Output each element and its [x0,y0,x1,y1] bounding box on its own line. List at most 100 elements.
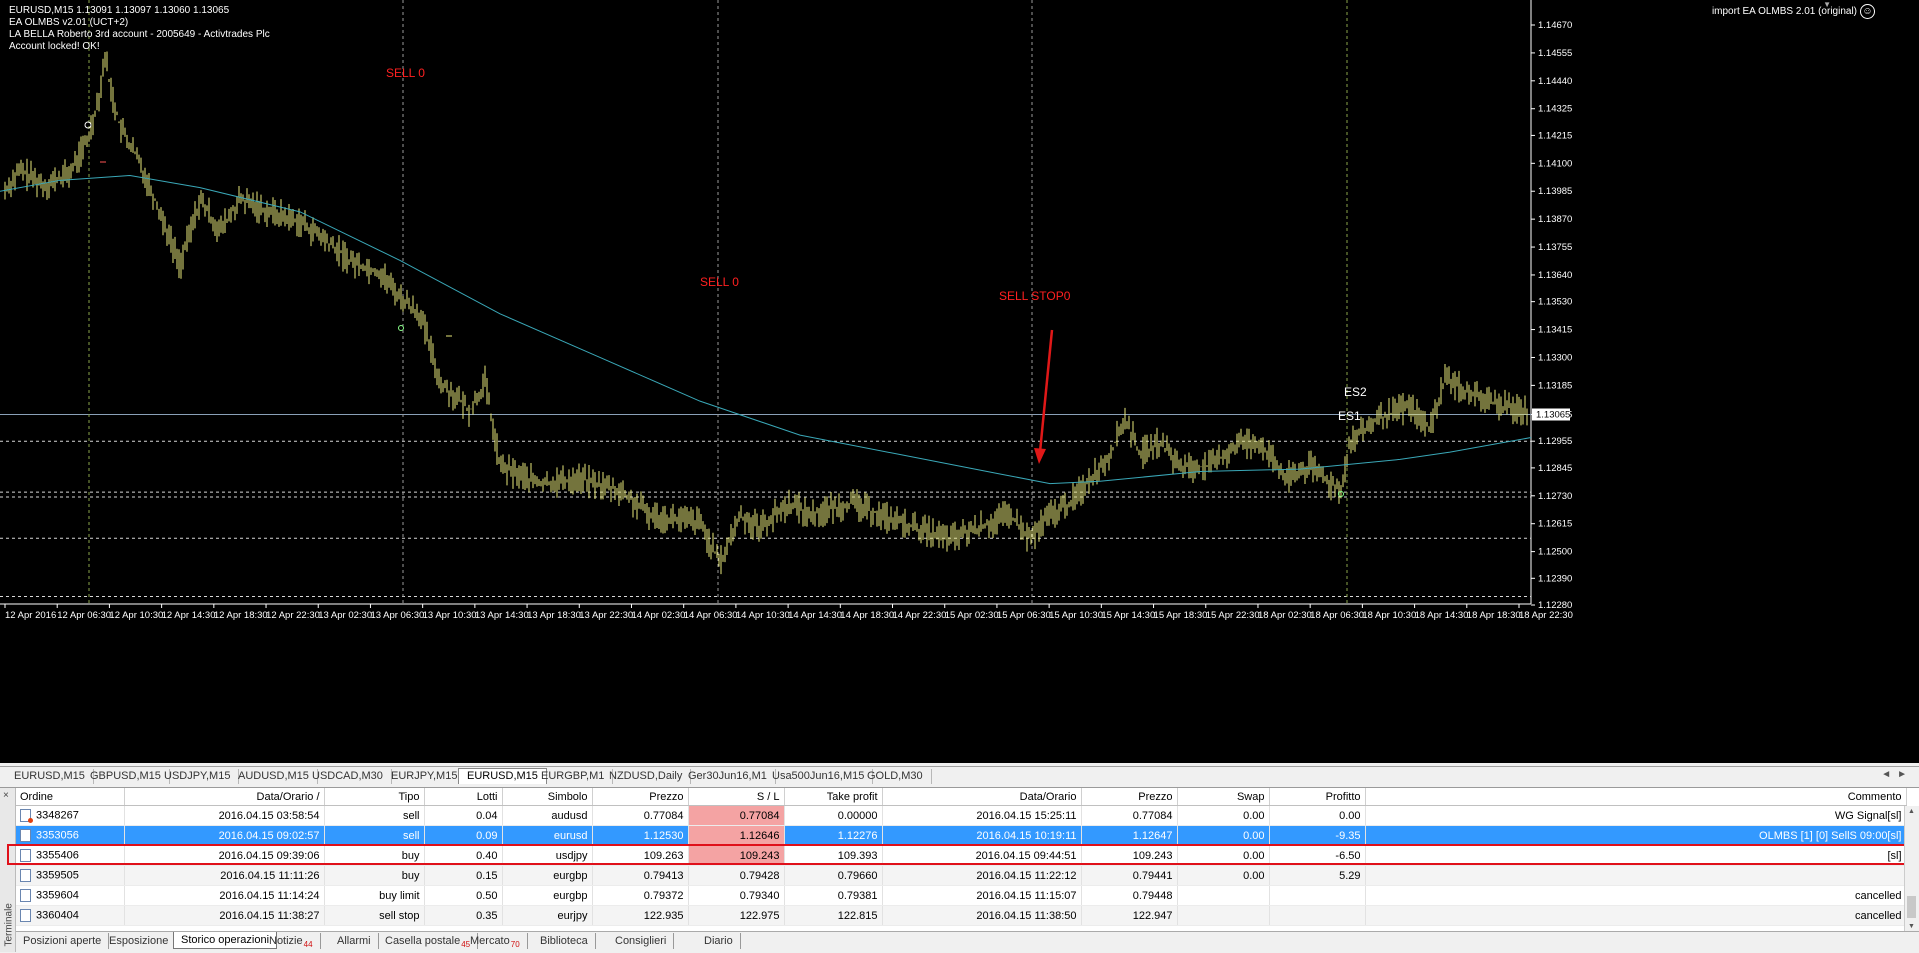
cell-prezzo: 0.79413 [592,865,689,886]
price-tick-label: 1.13985 [1538,186,1572,197]
cell-take-profit: 0.79660 [784,865,883,886]
price-tick-label: 1.12845 [1538,463,1572,474]
chart-tab-eurusd-m15[interactable]: EURUSD,M15 [6,769,94,784]
cell-commento: cancelled [1365,905,1907,926]
time-tick-label: 15 Apr 22:30 [1206,610,1260,621]
cell-prezzo: 0.77084 [592,805,689,826]
scroll-down-icon[interactable]: ▼ [1908,923,1915,930]
chart-tabs-scroll-icon[interactable]: ◄► [1881,769,1913,780]
column-header-data-orario[interactable]: Data/Orario [882,788,1082,806]
time-tick-label: 15 Apr 02:30 [945,610,999,621]
terminal-tab-label: Casella postale [385,935,461,947]
chart-tab-ger30jun16-m1[interactable]: Ger30Jun16,M1 [680,769,776,784]
chart-tab-bar: EURUSD,M15 GBPUSD,M15 USDJPY,M15 AUDUSD,M15… [0,766,1919,786]
table-scrollbar[interactable]: ▲ ▼ [1904,806,1919,932]
table-row[interactable]: 3355406 2016.04.15 09:39:06 buy 0.40 usdjpy 1… [16,845,1907,866]
time-tick-label: 12 Apr 06:30 [57,610,111,621]
chart-tab-usdjpy-m15[interactable]: USDJPY,M15 [156,769,240,784]
column-header-ordine[interactable]: Ordine [16,788,125,806]
cell-commento: [sl] [1365,845,1907,866]
cell-swap: 0.00 [1177,845,1270,866]
time-tick-label: 14 Apr 06:30 [684,610,738,621]
cell-data-orario: 2016.04.15 03:58:54 [124,805,325,826]
cell-lotti: 0.09 [424,825,503,846]
column-header-take-profit[interactable]: Take profit [784,788,883,806]
current-price-label: 1.13065 [1536,409,1570,420]
column-header-prezzo[interactable]: Prezzo [592,788,689,806]
cell-swap: 0.00 [1177,805,1270,826]
price-tick-label: 1.14325 [1538,104,1572,115]
price-tick-label: 1.13300 [1538,352,1572,363]
column-header-lotti[interactable]: Lotti [424,788,503,806]
column-header-data-orario[interactable]: Data/Orario / [124,788,325,806]
price-tick-label: 1.13755 [1538,242,1572,253]
cell-s-l: 1.12646 [688,825,785,846]
chart-tab-gold-m30[interactable]: GOLD,M30 [859,769,932,784]
scrollbar-thumb[interactable] [1907,896,1916,918]
account-status: Account locked! OK! [9,41,100,52]
time-tick-label: 12 Apr 18:30 [214,610,268,621]
cell-simbolo: audusd [502,805,593,826]
terminal-tab-posizioni-aperte[interactable]: Posizioni aperte [16,933,110,949]
column-header-prezzo[interactable]: Prezzo [1081,788,1178,806]
annotation-arrow-head [1034,448,1046,464]
time-tick-label: 12 Apr 2016 [5,610,56,621]
price-chart-window[interactable]: 1.14670 1.14555 1.14440 1.14325 1.14215 1.141… [0,0,1919,763]
time-tick-label: 12 Apr 10:30 [109,610,163,621]
cell-data-orario: 2016.04.15 09:02:57 [124,825,325,846]
cell-tipo: sell [324,825,425,846]
cell-take-profit: 122.815 [784,905,883,926]
chart-tab-usa500jun16-m15[interactable]: Usa500Jun16,M15 [764,769,874,784]
table-row[interactable]: 3359604 2016.04.15 11:14:24 buy limit 0.50 e… [16,885,1907,906]
price-tick-label: 1.12955 [1538,436,1572,447]
time-tick-label: 13 Apr 10:30 [423,610,477,621]
cell-ordine: 3348267 [16,805,125,826]
terminal-tab-biblioteca[interactable]: Biblioteca [533,933,596,949]
table-row[interactable]: 3348267 2016.04.15 03:58:54 sell 0.04 audusd… [16,805,1907,826]
column-header-profitto[interactable]: Profitto [1269,788,1366,806]
terminal-tab-diario[interactable]: Diario [697,933,741,949]
time-tick-label: 12 Apr 14:30 [162,610,216,621]
chart-tab-usdcad-m30[interactable]: USDCAD,M30 [304,769,392,784]
entry-marker [84,121,92,129]
sell-annotation: SELL 0 [700,275,739,289]
order-id: 3360404 [36,909,79,922]
cell-lotti: 0.04 [424,805,503,826]
trade-history-table: Ordine Data/Orario / Tipo Lotti Simbolo Prezz… [16,788,1907,926]
terminal-tab-mercato[interactable]: Mercato70 [463,933,528,949]
order-document-icon [20,809,33,823]
column-header-swap[interactable]: Swap [1177,788,1270,806]
column-header-s-l[interactable]: S / L [688,788,785,806]
table-row[interactable]: 3353056 2016.04.15 09:02:57 sell 0.09 eurusd… [16,825,1907,846]
terminal-tab-consiglieri[interactable]: Consiglieri [608,933,675,949]
expert-smiley-icon[interactable]: ☺ [1860,4,1875,19]
chart-tab-eurjpy-m15[interactable]: EURJPY,M15 [383,769,467,784]
terminal-tab-label: Esposizione [109,935,169,947]
table-row[interactable]: 3360404 2016.04.15 11:38:27 sell stop 0.35 e… [16,905,1907,926]
column-header-tipo[interactable]: Tipo [324,788,425,806]
terminal-tab-allarmi[interactable]: Allarmi [330,933,379,949]
es1-label: ES1 [1338,409,1361,423]
cell-take-profit: 0.00000 [784,805,883,826]
cell-s-l: 0.79428 [688,865,785,886]
cell-s-l: 122.975 [688,905,785,926]
column-header-commento[interactable]: Commento [1365,788,1907,806]
time-tick-label: 15 Apr 06:30 [997,610,1051,621]
chart-tab-nzdusd-daily[interactable]: NZDUSD,Daily [601,769,692,784]
account-info: LA BELLA Roberto 3rd account - 2005649 -… [9,29,270,40]
cell-profitto: 5.29 [1269,865,1366,886]
price-chart[interactable]: 1.14670 1.14555 1.14440 1.14325 1.14215 1.141… [0,0,1919,763]
cell-profitto [1269,905,1366,926]
terminal-tab-bar: Posizioni aperte Esposizione Storico opera… [16,931,1919,952]
terminal-tab-esposizione[interactable]: Esposizione [102,933,177,949]
price-tick-label: 1.13870 [1538,214,1572,225]
order-document-icon [20,909,31,922]
terminal-close-icon[interactable]: × [3,790,9,801]
expert-advisor-label: import EA OLMBS 2.01 (original) [1711,6,1857,17]
table-row[interactable]: 3359505 2016.04.15 11:11:26 buy 0.15 eurgbp 0… [16,865,1907,886]
scroll-up-icon[interactable]: ▲ [1908,808,1915,815]
column-header-simbolo[interactable]: Simbolo [502,788,593,806]
cell-simbolo: usdjpy [502,845,593,866]
price-tick-label: 1.13415 [1538,325,1572,336]
terminal-tab-notizie[interactable]: Notizie44 [262,933,321,949]
